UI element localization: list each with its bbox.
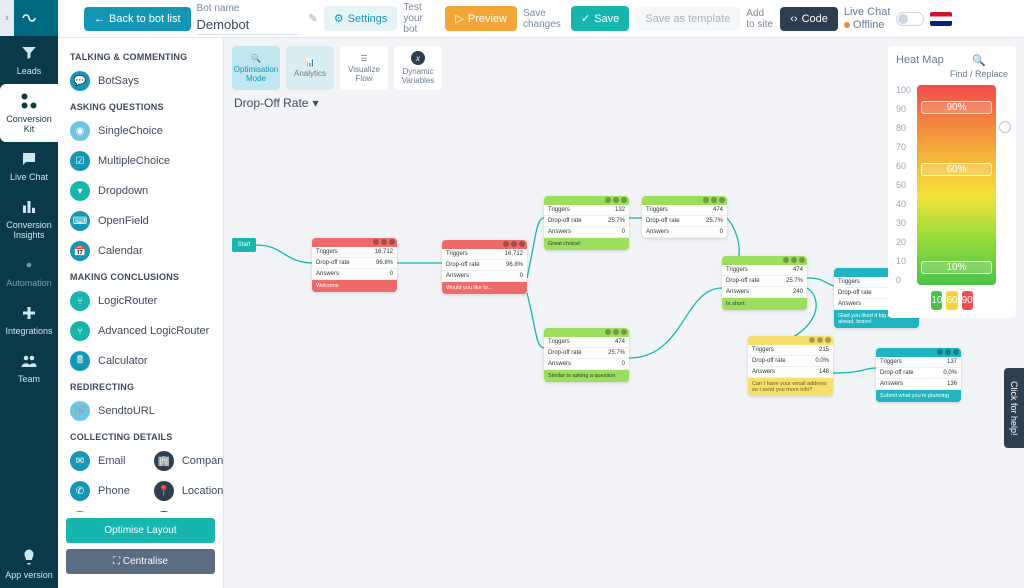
branch-icon: ⑂ [70, 321, 90, 341]
building-icon: 🏢 [154, 451, 174, 471]
heat-mark-60: 60% [921, 163, 992, 176]
nav-conversion-insights[interactable]: Conversion Insights [0, 190, 58, 248]
tool-analytics[interactable]: 📊Analytics [286, 46, 334, 90]
heat-mark-90: 90% [921, 101, 992, 114]
radio-icon: ◉ [70, 121, 90, 141]
heat-bar: 90% 60% 10% [917, 85, 996, 285]
save-as-template-button[interactable]: Save as template [635, 7, 740, 31]
section-talking: TALKING & COMMENTING [58, 46, 223, 66]
search-icon: 🔍 [251, 54, 261, 63]
palette-email[interactable]: ✉Email [58, 446, 142, 476]
live-chat-toggle[interactable] [896, 12, 924, 26]
save-changes-label: Save changes [523, 8, 565, 30]
heat-slider[interactable] [1002, 85, 1008, 285]
palette-company[interactable]: 🏢Company [142, 446, 223, 476]
heat-chip[interactable]: 90 [962, 291, 973, 310]
settings-button[interactable]: ⚙ Settings [324, 6, 398, 31]
flow-node[interactable]: Triggers132Drop-off rate25.7%Answers0Gre… [544, 196, 629, 250]
calendar-icon: 📅 [70, 241, 90, 261]
component-palette: TALKING & COMMENTING 💬BotSays ASKING QUE… [58, 38, 224, 588]
nav-team[interactable]: Team [0, 344, 58, 392]
flow-icon: ☰ [360, 54, 367, 63]
start-node[interactable]: Start [232, 238, 256, 252]
back-button[interactable]: ← Back to bot list [84, 7, 191, 31]
save-button[interactable]: ✓ Save [571, 6, 629, 31]
palette-phone[interactable]: ✆Phone [58, 476, 142, 506]
palette-logicrouter[interactable]: ⑂LogicRouter [58, 286, 223, 316]
heat-chip[interactable]: 10 [931, 291, 942, 310]
test-bot-label: Test your bot [403, 2, 439, 35]
heat-mark-10: 10% [921, 261, 992, 274]
chart-icon: 📊 [305, 58, 315, 67]
help-button[interactable]: Click for help! [1004, 368, 1024, 448]
flow-node[interactable]: Triggers215Drop-off rate0.0%Answers148Ca… [748, 336, 833, 396]
palette-location[interactable]: 📍Location [142, 476, 223, 506]
bot-name-field[interactable]: Bot name [197, 3, 297, 35]
palette-botsays[interactable]: 💬BotSays [58, 66, 223, 96]
flow-node[interactable]: Triggers16,712Drop-off rate96.8%Answers0… [312, 238, 397, 292]
chevron-down-icon: ▾ [70, 181, 90, 201]
heat-scale: 1009080706050403020100 [896, 85, 911, 285]
nav-integrations[interactable]: Integrations [0, 296, 58, 344]
flow-node[interactable]: Triggers137Drop-off rate0.0%Answers136Su… [876, 348, 961, 402]
flow-node[interactable]: Triggers474Drop-off rate25.7%Answers0 [642, 196, 727, 238]
topbar: › ← Back to bot list Bot name ✎ ⚙ Settin… [58, 0, 1024, 38]
section-conclusions: MAKING CONCLUSIONS [58, 266, 223, 286]
add-to-site-label: Add to site [746, 8, 774, 30]
bot-name-input[interactable] [197, 15, 297, 35]
flow-node[interactable]: Triggers474Drop-off rate25.7%Answers0Sim… [544, 328, 629, 382]
heat-map-panel: Heat Map 🔍 Find / Replace 10090807060504… [888, 46, 1016, 318]
flow-canvas[interactable]: 🔍Optimisation Mode 📊Analytics ☰Visualize… [224, 38, 1024, 588]
sidebar-collapse-toggle[interactable]: › [0, 0, 14, 36]
find-replace-link[interactable]: Find / Replace [950, 69, 1008, 79]
heat-title: Heat Map [896, 54, 944, 66]
text-icon: ⌨ [70, 211, 90, 231]
tool-optimisation-mode[interactable]: 🔍Optimisation Mode [232, 46, 280, 90]
palette-calendar[interactable]: 📅Calendar [58, 236, 223, 266]
heat-chip[interactable]: 60 [946, 291, 957, 310]
palette-adv-logicrouter[interactable]: ⑂Advanced LogicRouter [58, 316, 223, 346]
edit-icon[interactable]: ✎ [309, 12, 318, 25]
link-icon: 🔗 [70, 401, 90, 421]
branch-icon: ⑂ [70, 291, 90, 311]
palette-multiplechoice[interactable]: ☑MultipleChoice [58, 146, 223, 176]
nav-live-chat[interactable]: Live Chat [0, 142, 58, 190]
preview-button[interactable]: ▷ Preview [445, 6, 517, 31]
palette-calculator[interactable]: 🖩Calculator [58, 346, 223, 376]
nav-leads[interactable]: Leads [0, 36, 58, 84]
nav-app-version[interactable]: App version [0, 540, 58, 588]
flow-node[interactable]: Triggers474Drop-off rate25.7%Answers240I… [722, 256, 807, 310]
primary-nav: Leads Conversion Kit Live Chat Conversio… [0, 0, 58, 588]
canvas-toolstrip: 🔍Optimisation Mode 📊Analytics ☰Visualize… [232, 46, 442, 90]
chevron-down-icon: ▾ [312, 96, 318, 110]
palette-dropdown[interactable]: ▾Dropdown [58, 176, 223, 206]
palette-singlechoice[interactable]: ◉SingleChoice [58, 116, 223, 146]
tool-dynamic-variables[interactable]: xDynamic Variables [394, 46, 442, 90]
phone-icon: ✆ [70, 481, 90, 501]
code-button[interactable]: ‹› Code [780, 7, 838, 31]
variable-icon: x [411, 51, 425, 65]
dropoff-selector[interactable]: Drop-Off Rate ▾ [234, 96, 319, 110]
tool-visualize-flow[interactable]: ☰Visualize Flow [340, 46, 388, 90]
optimise-layout-button[interactable]: Optimise Layout [66, 518, 215, 543]
section-redirecting: REDIRECTING [58, 376, 223, 396]
heat-chips: 1060 90 [931, 291, 972, 310]
mail-icon: ✉ [70, 451, 90, 471]
check-icon: ☑ [70, 151, 90, 171]
nav-automation[interactable]: Automation [0, 248, 58, 296]
language-selector[interactable] [930, 12, 952, 26]
search-icon[interactable]: 🔍 [972, 54, 986, 67]
flow-node[interactable]: Triggers16,712Drop-off rate96.8%Answers0… [442, 240, 527, 294]
palette-sendtourl[interactable]: 🔗SendtoURL [58, 396, 223, 426]
section-asking: ASKING QUESTIONS [58, 96, 223, 116]
nav-conversion-kit[interactable]: Conversion Kit [0, 84, 58, 142]
calculator-icon: 🖩 [70, 351, 90, 371]
palette-openfield[interactable]: ⌨OpenField [58, 206, 223, 236]
live-chat-status: Live Chat Offline [844, 6, 890, 31]
centralise-button[interactable]: ⛶ Centralise [66, 549, 215, 574]
section-details: COLLECTING DETAILS [58, 426, 223, 446]
chat-icon: 💬 [70, 71, 90, 91]
pin-icon: 📍 [154, 481, 174, 501]
